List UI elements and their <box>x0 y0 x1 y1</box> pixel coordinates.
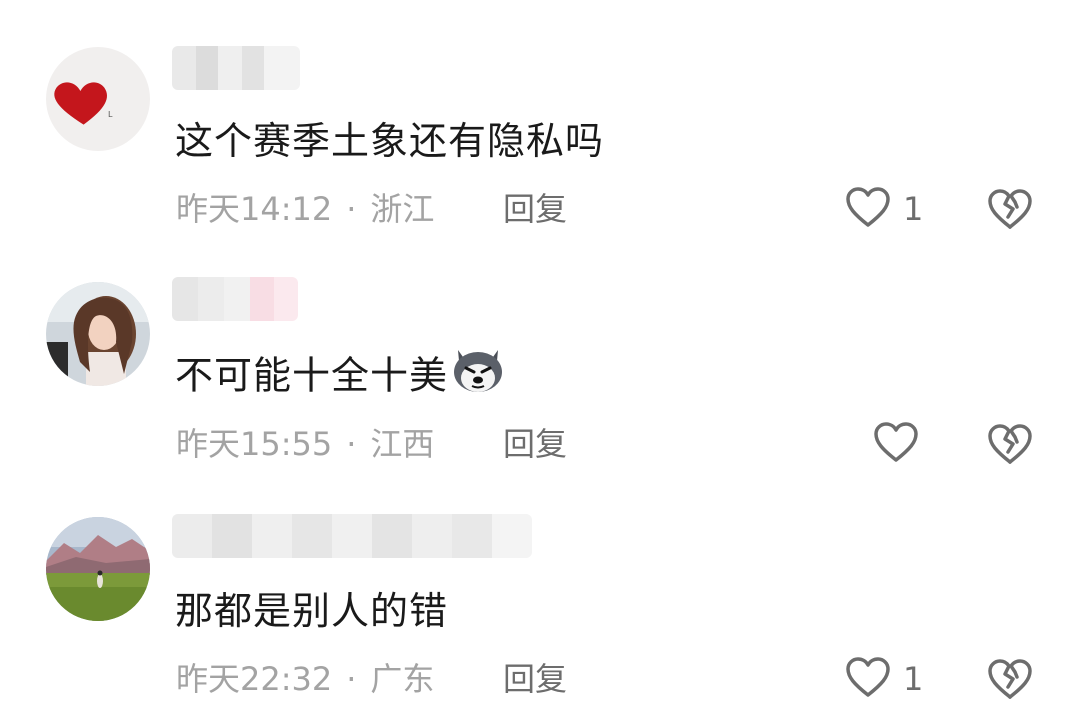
separator-dot: · <box>346 425 357 463</box>
reply-button[interactable]: 回复 <box>503 424 567 464</box>
comment-meta: 昨天22:32 · 广东 <box>176 659 434 699</box>
comment-time: 昨天22:32 <box>176 660 333 698</box>
heart-outline-icon <box>873 421 919 467</box>
broken-heart-icon <box>987 189 1033 235</box>
like-count: 1 <box>903 190 924 228</box>
comment-text-content: 不可能十全十美 <box>175 353 449 398</box>
dislike-button[interactable] <box>987 657 1033 701</box>
comment-location: 广东 <box>370 660 435 698</box>
username-blurred[interactable] <box>172 46 300 90</box>
username-blurred[interactable] <box>172 514 532 558</box>
dislike-button[interactable] <box>987 422 1033 466</box>
heart-outline-icon <box>845 186 891 232</box>
comment-item: 那都是别人的错 昨天22:32 · 广东 回复 1 <box>0 470 1085 705</box>
comment-text: 不可能十全十美 <box>175 350 506 406</box>
avatar[interactable] <box>46 517 150 621</box>
comment-time: 昨天14:12 <box>176 190 333 228</box>
username-blurred[interactable] <box>172 277 298 321</box>
like-count: 1 <box>903 660 924 698</box>
comment-time: 昨天15:55 <box>176 425 333 463</box>
avatar[interactable]: L <box>46 47 150 151</box>
reply-button[interactable]: 回复 <box>503 659 567 699</box>
like-button[interactable]: 1 <box>845 187 923 231</box>
comment-text: 那都是别人的错 <box>175 589 449 633</box>
separator-dot: · <box>346 190 357 228</box>
comment-meta: 昨天15:55 · 江西 <box>176 424 434 464</box>
broken-heart-icon <box>987 424 1033 470</box>
svg-text:L: L <box>108 110 113 119</box>
like-button[interactable]: 1 <box>845 657 923 701</box>
comment-item: 不可能十全十美 昨天15:55 · 江西 回复 <box>0 235 1085 470</box>
like-button[interactable] <box>873 422 931 466</box>
comment-text: 这个赛季土象还有隐私吗 <box>175 119 605 163</box>
avatar[interactable] <box>46 282 150 386</box>
heart-outline-icon <box>845 656 891 702</box>
comment-item: L 这个赛季土象还有隐私吗 昨天14:12 · 浙江 回复 1 <box>0 0 1085 235</box>
husky-dog-emoji <box>450 342 506 406</box>
reply-button[interactable]: 回复 <box>503 189 567 229</box>
separator-dot: · <box>346 660 357 698</box>
comment-meta: 昨天14:12 · 浙江 <box>176 189 434 229</box>
comment-list: L 这个赛季土象还有隐私吗 昨天14:12 · 浙江 回复 1 不可能十全十美 … <box>0 0 1085 723</box>
comment-location: 浙江 <box>370 190 435 228</box>
comment-location: 江西 <box>370 425 435 463</box>
broken-heart-icon <box>987 659 1033 705</box>
dislike-button[interactable] <box>987 187 1033 231</box>
